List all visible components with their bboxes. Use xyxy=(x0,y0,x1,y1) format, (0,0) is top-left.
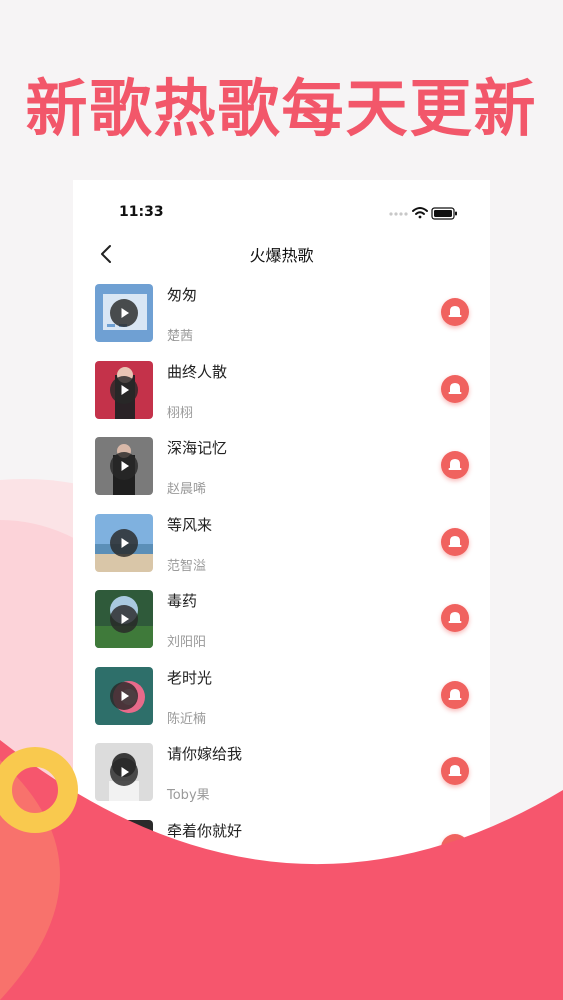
song-title: 牵着你就好 xyxy=(167,821,243,840)
banner-headline: 新歌热歌每天更新 xyxy=(25,72,538,145)
song-item[interactable]: 牵着你就好 蒋幻西 xyxy=(73,819,490,897)
song-list: 匆匆 楚茜 曲终人散 栩栩 深海记忆 赵晨唏 等风来 范智溢 毒药 刘阳阳 老时… xyxy=(73,284,490,896)
set-ringtone-button[interactable] xyxy=(441,374,469,403)
play-button[interactable] xyxy=(110,299,138,327)
battery-icon xyxy=(431,207,457,220)
play-button[interactable] xyxy=(110,375,138,404)
song-artist: 范智溢 xyxy=(167,558,207,574)
play-button[interactable] xyxy=(110,528,138,557)
song-item[interactable]: 深海记忆 赵晨唏 xyxy=(73,437,490,514)
play-icon xyxy=(121,461,129,471)
signal-icon xyxy=(389,212,408,216)
play-button[interactable] xyxy=(110,605,138,633)
song-artist: 蒋幻西 xyxy=(167,864,207,880)
set-ringtone-button[interactable] xyxy=(441,451,469,479)
song-artist: 赵晨唏 xyxy=(167,482,207,497)
bell-icon xyxy=(448,841,462,853)
play-icon xyxy=(121,308,129,318)
song-title: 等风来 xyxy=(167,515,213,534)
set-ringtone-button[interactable] xyxy=(441,604,469,632)
wifi-icon xyxy=(412,207,428,219)
status-time: 11:33 xyxy=(119,204,164,220)
set-ringtone-button[interactable] xyxy=(441,298,469,326)
bell-icon xyxy=(448,306,462,317)
bell-icon xyxy=(448,535,462,547)
bell-icon xyxy=(448,459,462,470)
set-ringtone-button[interactable] xyxy=(441,833,469,862)
bell-icon xyxy=(448,765,462,776)
song-artist: 陈近楠 xyxy=(167,711,207,727)
song-item[interactable]: 老时光 陈近楠 xyxy=(73,666,490,744)
song-title: 毒药 xyxy=(167,592,198,610)
song-artist: Toby果 xyxy=(167,788,210,803)
phone-screen: 11:33 火爆热歌 匆匆 楚茜 曲终人散 栩栩 深海记忆 赵晨唏 等风来 范智… xyxy=(73,180,490,900)
album-cover[interactable] xyxy=(95,743,153,801)
song-item[interactable]: 等风来 范智溢 xyxy=(73,513,490,591)
play-button[interactable] xyxy=(110,834,138,863)
status-icons xyxy=(388,205,460,224)
play-icon xyxy=(121,843,129,854)
play-icon xyxy=(121,384,129,395)
song-title: 深海记忆 xyxy=(167,439,228,457)
album-cover[interactable] xyxy=(95,360,153,419)
bell-icon xyxy=(448,688,462,700)
play-button[interactable] xyxy=(110,452,138,480)
album-cover[interactable] xyxy=(95,590,153,648)
song-artist: 刘阳阳 xyxy=(167,635,207,650)
album-cover[interactable] xyxy=(95,513,153,572)
song-title: 请你嫁给我 xyxy=(167,745,243,763)
album-cover[interactable] xyxy=(95,284,153,342)
song-title: 匆匆 xyxy=(167,286,198,304)
album-cover[interactable] xyxy=(95,666,153,725)
play-button[interactable] xyxy=(110,681,138,710)
bell-icon xyxy=(448,382,462,394)
play-icon xyxy=(121,690,129,701)
song-item[interactable]: 毒药 刘阳阳 xyxy=(73,590,490,667)
navbar: 火爆热歌 xyxy=(73,236,490,272)
song-title: 曲终人散 xyxy=(167,362,228,381)
song-title: 老时光 xyxy=(167,668,213,687)
play-icon xyxy=(121,537,129,548)
play-icon xyxy=(121,767,129,777)
song-item[interactable]: 匆匆 楚茜 xyxy=(73,284,490,361)
set-ringtone-button[interactable] xyxy=(441,527,469,556)
play-icon xyxy=(121,614,129,624)
set-ringtone-button[interactable] xyxy=(441,757,469,785)
song-item[interactable]: 曲终人散 栩栩 xyxy=(73,360,490,438)
set-ringtone-button[interactable] xyxy=(441,680,469,709)
song-artist: 楚茜 xyxy=(167,329,194,344)
song-artist: 栩栩 xyxy=(167,405,194,421)
bell-icon xyxy=(448,612,462,623)
play-button[interactable] xyxy=(110,758,138,786)
album-cover[interactable] xyxy=(95,819,153,878)
status-bar: 11:33 xyxy=(73,180,490,244)
song-item[interactable]: 请你嫁给我 Toby果 xyxy=(73,743,490,820)
page-title: 火爆热歌 xyxy=(249,246,314,265)
album-cover[interactable] xyxy=(95,437,153,495)
